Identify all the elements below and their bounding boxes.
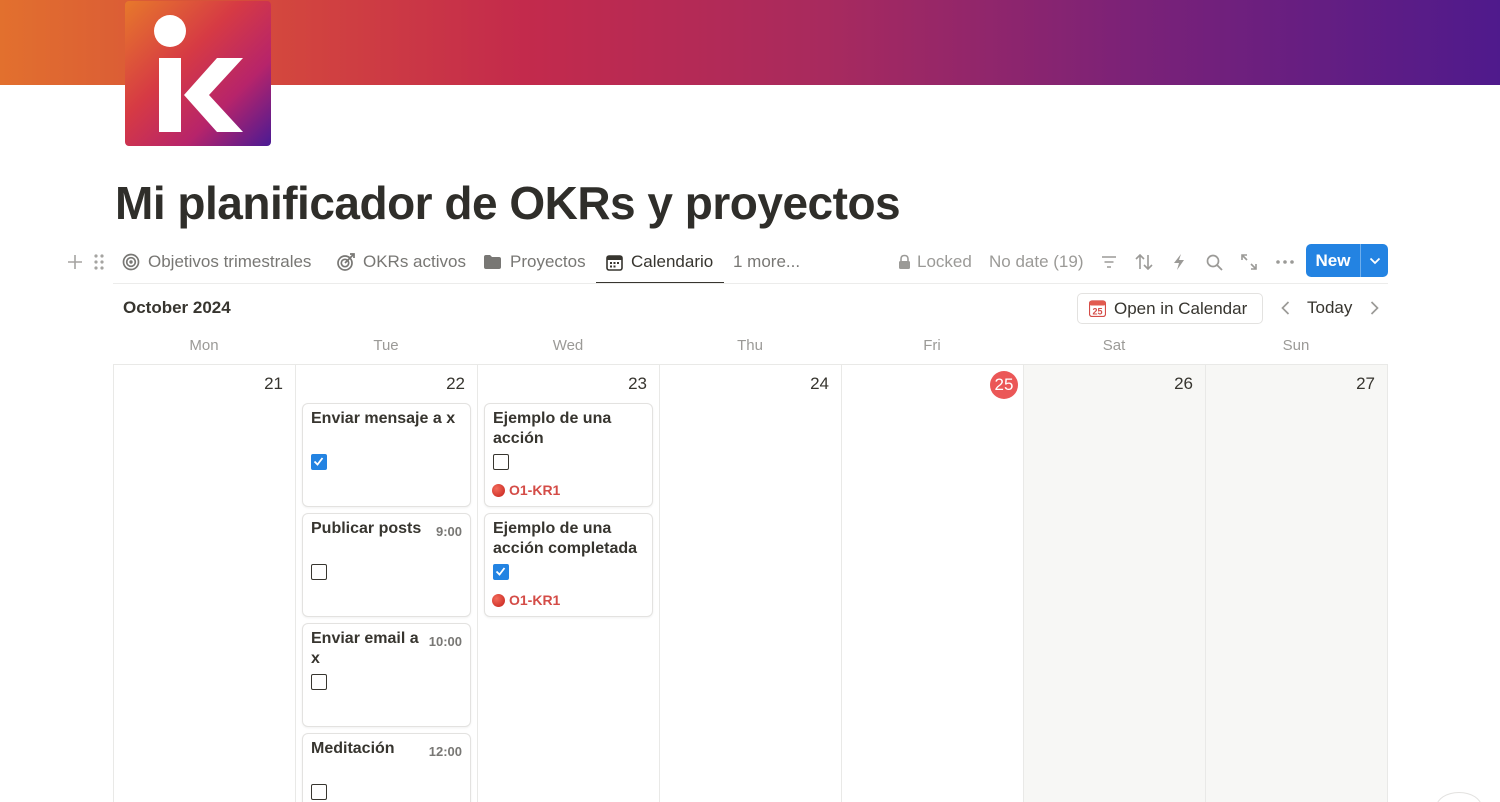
- red-circle-icon: [492, 593, 505, 607]
- event-checkbox-checked[interactable]: [493, 564, 509, 580]
- page-logo-icon[interactable]: [125, 1, 271, 146]
- calendar-week-grid: 21 22 Enviar mensaje a x Publicar posts …: [113, 364, 1388, 802]
- tab-proyectos[interactable]: Proyectos: [483, 240, 586, 284]
- automation-bolt-icon[interactable]: [1167, 240, 1191, 284]
- event-checkbox[interactable]: [311, 784, 327, 800]
- event-card[interactable]: Enviar email a x 10:00: [302, 623, 471, 727]
- search-icon[interactable]: [1202, 240, 1226, 284]
- day-number: 27: [1356, 374, 1375, 393]
- open-in-calendar-label: Open in Calendar: [1114, 298, 1248, 318]
- day-number: 23: [628, 374, 647, 393]
- event-card[interactable]: Ejemplo de una acción completada O1-KR1: [484, 513, 653, 617]
- tab-label: Objetivos trimestrales: [148, 252, 312, 271]
- day-cell-wed[interactable]: 23 Ejemplo de una acción O1-KR1 Ejemplo …: [478, 365, 660, 802]
- weekday-thu: Thu: [737, 337, 763, 354]
- tab-calendario[interactable]: Calendario: [606, 240, 713, 284]
- weekday-mon: Mon: [189, 337, 219, 354]
- event-checkbox-checked[interactable]: [311, 454, 327, 470]
- no-date-label: No date (19): [989, 252, 1084, 271]
- more-views-label: 1 more...: [733, 252, 801, 271]
- locked-indicator[interactable]: Locked: [898, 240, 972, 284]
- event-card[interactable]: Ejemplo de una acción O1-KR1: [484, 403, 653, 507]
- locked-label: Locked: [917, 252, 972, 271]
- key-result-label: O1-KR1: [509, 592, 561, 608]
- chevron-down-icon[interactable]: [1361, 257, 1388, 265]
- sort-icon[interactable]: [1132, 240, 1156, 284]
- event-title: Ejemplo de una acción: [493, 410, 612, 447]
- no-date-button[interactable]: No date (19): [989, 240, 1084, 284]
- page-title: Mi planificador de OKRs y proyectos: [115, 177, 901, 229]
- today-button[interactable]: Today: [1307, 298, 1352, 318]
- day-cell-thu[interactable]: 24: [660, 365, 842, 802]
- lock-icon: [899, 254, 910, 269]
- database-toolbar: Objetivos trimestrales OKRs activos Proy…: [60, 240, 1390, 284]
- event-checkbox[interactable]: [311, 564, 327, 580]
- event-card[interactable]: Publicar posts 9:00: [302, 513, 471, 617]
- expand-icon[interactable]: [1237, 240, 1261, 284]
- key-result-tag[interactable]: O1-KR1: [492, 482, 560, 498]
- drag-handle-icon[interactable]: [87, 240, 111, 284]
- day-cell-tue[interactable]: 22 Enviar mensaje a x Publicar posts 9:0…: [296, 365, 478, 802]
- day-cell-sat[interactable]: 26: [1024, 365, 1206, 802]
- key-result-tag[interactable]: O1-KR1: [492, 592, 560, 608]
- event-time: 9:00: [435, 524, 462, 539]
- red-circle-icon: [492, 483, 505, 497]
- tab-label: Calendario: [631, 252, 714, 271]
- weekday-wed: Wed: [552, 337, 584, 354]
- event-title: Ejemplo de una acción completada: [493, 520, 638, 557]
- prev-week-chevron-left-icon[interactable]: [1273, 296, 1297, 320]
- day-number: 22: [446, 374, 465, 393]
- day-cell-mon[interactable]: 21: [114, 365, 296, 802]
- day-cell-fri[interactable]: 25: [842, 365, 1024, 802]
- event-card[interactable]: Enviar mensaje a x: [302, 403, 471, 507]
- calendar-app-icon: 25: [1089, 300, 1106, 317]
- today-day-number: 25: [990, 371, 1018, 399]
- tab-label: Proyectos: [510, 252, 586, 271]
- tab-okrs-activos[interactable]: OKRs activos: [337, 240, 466, 284]
- tab-label: OKRs activos: [363, 252, 466, 271]
- calendar-icon: [606, 254, 623, 271]
- month-label: October 2024: [123, 298, 231, 317]
- weekday-sat: Sat: [1102, 337, 1126, 354]
- target-arrow-icon: [337, 253, 355, 271]
- event-title: Publicar posts: [311, 520, 422, 537]
- event-title: Enviar email a x: [311, 630, 419, 667]
- new-button-label: New: [1315, 250, 1351, 270]
- key-result-label: O1-KR1: [509, 482, 561, 498]
- event-time: 10:00: [428, 634, 462, 649]
- event-time: 12:00: [428, 744, 462, 759]
- event-title: Enviar mensaje a x: [311, 410, 456, 427]
- day-number: 21: [264, 374, 283, 393]
- more-options-icon[interactable]: [1273, 240, 1297, 284]
- toolbar-divider: [113, 283, 1388, 284]
- event-card[interactable]: Meditación 12:00: [302, 733, 471, 802]
- filter-icon[interactable]: [1097, 240, 1121, 284]
- weekday-sun: Sun: [1282, 337, 1310, 354]
- new-button[interactable]: New: [1306, 244, 1388, 277]
- tab-objetivos-trimestrales[interactable]: Objetivos trimestrales: [122, 240, 311, 284]
- day-number: 24: [810, 374, 829, 393]
- day-cell-sun[interactable]: 27: [1206, 365, 1388, 802]
- event-checkbox[interactable]: [493, 454, 509, 470]
- target-icon: [122, 253, 140, 271]
- add-block-icon[interactable]: [63, 240, 87, 284]
- help-button[interactable]: [1436, 792, 1482, 802]
- event-title: Meditación: [311, 740, 395, 757]
- open-in-calendar-button[interactable]: 25 Open in Calendar: [1077, 293, 1263, 324]
- folder-icon: [484, 255, 501, 269]
- day-number: 26: [1174, 374, 1193, 393]
- weekday-fri: Fri: [923, 337, 941, 354]
- weekday-tue: Tue: [373, 337, 399, 354]
- event-checkbox[interactable]: [311, 674, 327, 690]
- more-views-button[interactable]: 1 more...: [733, 240, 800, 284]
- next-week-chevron-right-icon[interactable]: [1362, 296, 1386, 320]
- calendar-app-icon-day: 25: [1092, 306, 1102, 316]
